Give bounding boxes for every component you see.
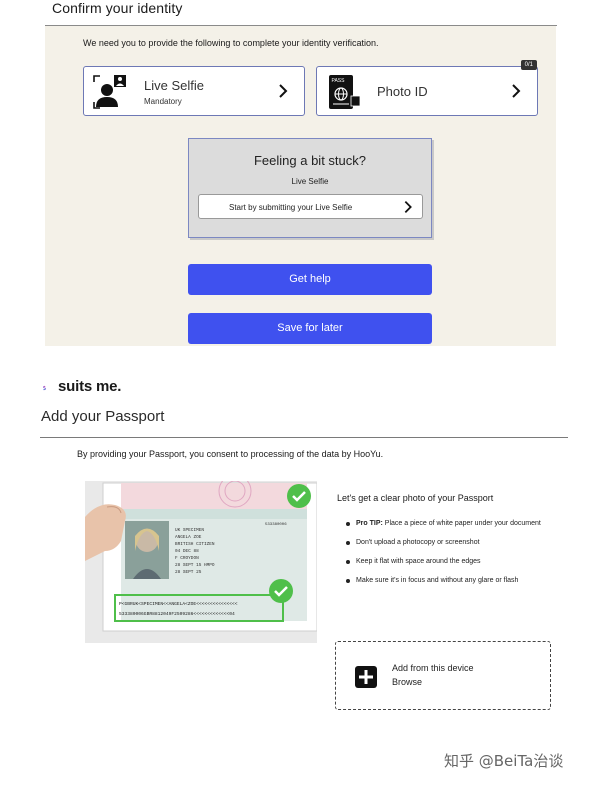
sample-field: F CROYDON [175, 556, 199, 561]
sample-field: BRITISH CITIZEN [175, 542, 215, 547]
suits-me-logo-text: suits me. [58, 378, 122, 395]
upload-label: Add from this device [392, 663, 474, 673]
start-selfie-label: Start by submitting your Live Selfie [229, 203, 353, 212]
live-selfie-card[interactable]: Live Selfie Mandatory [83, 66, 305, 116]
live-selfie-subtitle: Mandatory [144, 97, 182, 106]
save-for-later-button[interactable]: Save for later [188, 313, 432, 344]
tip-item: Keep it flat with space around the edges [346, 556, 551, 567]
plus-icon [355, 666, 377, 688]
mrz-line-1: P<GBRUK<SPECIMEN<<ANGELA<ZOE<<<<<<<<<<<<… [119, 601, 238, 607]
sample-field: 28 SEPT 25 [175, 570, 202, 575]
sample-passport-image: 533380006 UK SPECIMEN ANGELA ZOE BRITISH… [85, 481, 317, 643]
svg-text:PASS: PASS [332, 78, 346, 84]
stuck-subheading: Live Selfie [291, 177, 329, 186]
tip-item: Make sure it's in focus and without any … [346, 575, 551, 586]
chevron-right-icon [512, 84, 521, 98]
stuck-heading: Feeling a bit stuck? [253, 153, 366, 168]
start-selfie-button[interactable]: Start by submitting your Live Selfie [198, 194, 423, 219]
identity-panel: We need you to provide the following to … [45, 26, 556, 346]
mrz-line-2: 533380006GBR8812049F2509286<<<<<<<<<<<<<… [119, 611, 235, 617]
sample-field: UK SPECIMEN [175, 528, 204, 533]
tip-item: Don't upload a photocopy or screenshot [346, 537, 551, 548]
intro-text: We need you to provide the following to … [83, 38, 379, 48]
tip-item: Pro TIP: Place a piece of white paper un… [346, 518, 551, 529]
passport-page-title: Add your Passport [41, 408, 165, 425]
passport-icon: PASS [329, 75, 361, 109]
sample-doc-number: 533380006 [265, 523, 287, 527]
page-title: Confirm your identity [52, 0, 183, 16]
photo-id-card[interactable]: 0/1 PASS Photo ID [316, 60, 538, 116]
consent-text: By providing your Passport, you consent … [77, 449, 384, 459]
photo-id-count-badge: 0/1 [520, 60, 537, 70]
photo-id-title: Photo ID [377, 84, 428, 99]
browse-link[interactable]: Browse [392, 677, 422, 687]
tips-heading: Let's get a clear photo of your Passport [337, 493, 494, 503]
passport-title-divider [40, 437, 568, 438]
suits-me-logo [43, 385, 46, 391]
live-selfie-title: Live Selfie [144, 78, 204, 93]
sample-field: 28 SEPT 15 HMPO [175, 563, 215, 568]
upload-dropzone[interactable]: Add from this device Browse [335, 641, 551, 710]
stuck-help-box: Feeling a bit stuck? Live Selfie Start b… [188, 138, 432, 238]
watermark: 知乎 @BeiTa治谈 [444, 752, 564, 770]
chevron-right-icon [404, 201, 412, 213]
selfie-icon [93, 75, 126, 109]
sample-field: ANGELA ZOE [175, 535, 202, 540]
sample-field: 04 DEC 88 [175, 549, 199, 554]
chevron-right-icon [279, 84, 288, 98]
get-help-button[interactable]: Get help [188, 264, 432, 295]
tips-list: Pro TIP: Place a piece of white paper un… [346, 518, 551, 594]
